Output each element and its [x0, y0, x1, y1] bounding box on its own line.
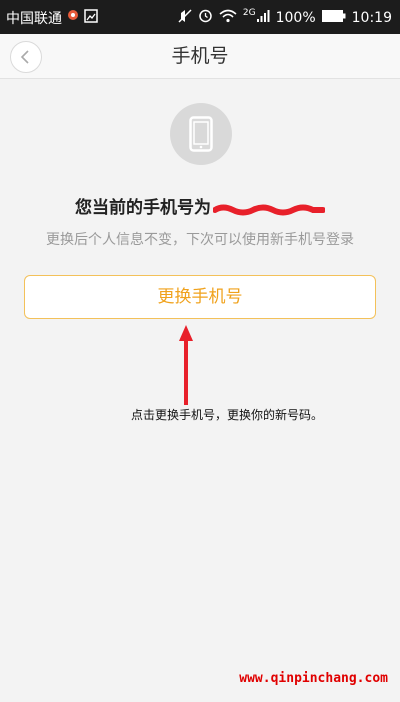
page-title: 手机号	[171, 45, 229, 67]
signal-icon	[256, 9, 270, 27]
battery-icon	[321, 9, 346, 26]
current-number-line: 您当前的手机号为	[0, 193, 400, 218]
nav-bar: 手机号	[0, 34, 400, 79]
change-phone-button[interactable]: 更换手机号	[24, 275, 376, 319]
current-number-label: 您当前的手机号为	[75, 198, 211, 218]
smartphone-icon	[189, 116, 213, 152]
annotation-text: 点击更换手机号，更换你的新号码。	[131, 408, 324, 422]
change-hint: 更换后个人信息不变，下次可以使用新手机号登录	[46, 232, 354, 248]
carrier-name: 中国联通	[6, 11, 62, 27]
clock-time: 10:19	[351, 9, 392, 26]
status-bar-left: 中国联通	[6, 8, 98, 28]
redacted-phone-number	[212, 201, 326, 216]
status-bar: 中国联通 2G 100% 10:19	[0, 0, 400, 34]
back-button[interactable]	[10, 41, 42, 73]
site-watermark: www.qinpinchang.com	[239, 671, 388, 686]
network-type: 2G	[242, 7, 256, 18]
arrow-up-icon	[179, 325, 193, 405]
chevron-left-icon	[20, 50, 29, 64]
phone-icon-circle	[170, 103, 232, 165]
alarm-icon	[198, 8, 213, 27]
mute-icon	[178, 8, 192, 27]
battery-level: 100%	[275, 9, 316, 26]
image-icon	[84, 9, 98, 27]
location-icon	[66, 9, 80, 27]
status-bar-right: 2G 100% 10:19	[178, 8, 392, 27]
wifi-icon	[219, 9, 237, 27]
